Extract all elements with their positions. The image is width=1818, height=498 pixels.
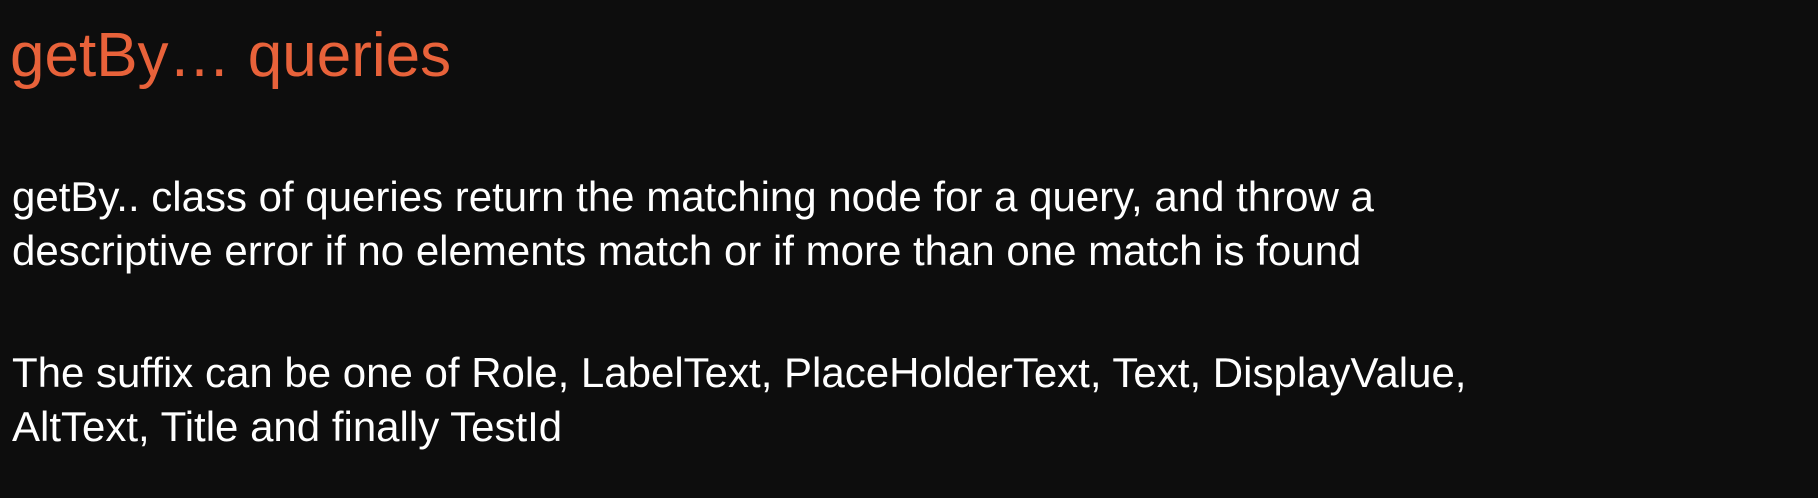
paragraph-getby-description: getBy.. class of queries return the matc… [12,170,1374,278]
paragraph-line: AltText, Title and finally TestId [12,403,563,450]
paragraph-line: The suffix can be one of Role, LabelText… [12,349,1467,396]
slide-title: getBy… queries [10,21,452,90]
paragraph-suffix-list: The suffix can be one of Role, LabelText… [12,346,1466,454]
paragraph-line: getBy.. class of queries return the matc… [12,173,1374,220]
paragraph-line: descriptive error if no elements match o… [12,227,1362,274]
slide: getBy… queries getBy.. class of queries … [0,0,1818,498]
